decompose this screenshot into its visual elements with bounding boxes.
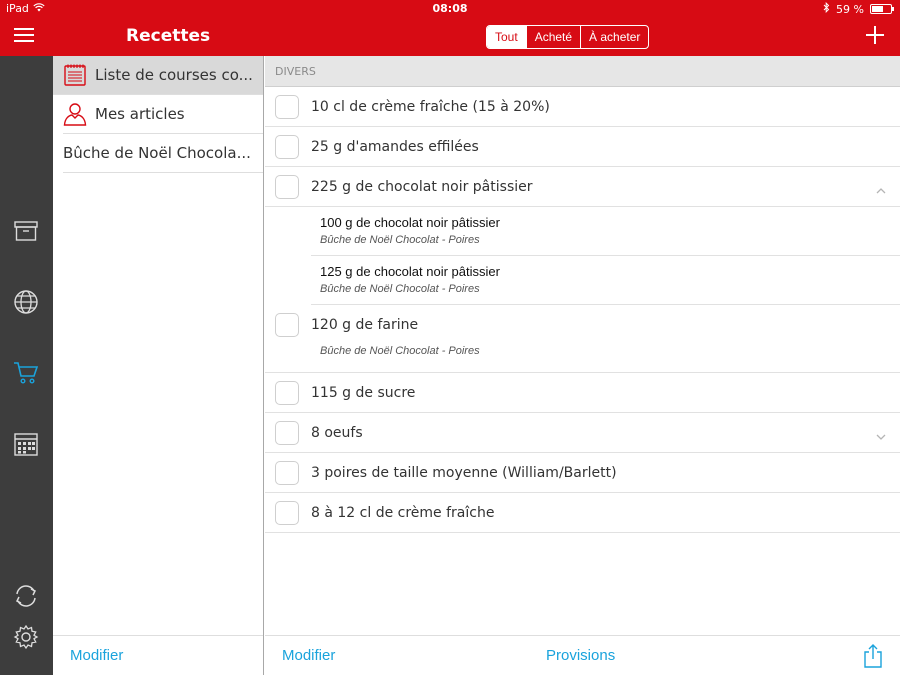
provisions-button[interactable]: Provisions: [546, 647, 615, 664]
sync-icon[interactable]: [13, 583, 39, 609]
globe-icon[interactable]: [13, 289, 39, 315]
sub-item: 100 g de chocolat noir pâtissier Bûche d…: [311, 207, 900, 256]
cart-icon[interactable]: [13, 359, 39, 385]
status-time: 08:08: [432, 2, 468, 15]
person-icon: [63, 102, 87, 126]
chevron-up-icon[interactable]: [876, 181, 886, 194]
item-checkbox[interactable]: [275, 500, 299, 525]
sidebar-item-label: Liste de courses co...: [95, 66, 253, 84]
list-item[interactable]: 25 g d'amandes effilées: [265, 127, 900, 167]
item-label: 10 cl de crème fraîche (15 à 20%): [311, 98, 550, 115]
archive-icon[interactable]: [13, 218, 39, 244]
sidebar-modify-button[interactable]: Modifier: [70, 647, 123, 664]
share-icon[interactable]: [863, 644, 883, 668]
chevron-down-icon[interactable]: [876, 427, 886, 440]
section-header: DIVERS: [265, 56, 900, 87]
item-recipe: Bûche de Noël Chocolat - Poires: [320, 345, 480, 357]
item-label: 8 oeufs: [311, 424, 363, 441]
item-label: 8 à 12 cl de crème fraîche: [311, 504, 495, 521]
menu-bar-3: [14, 40, 34, 42]
segment-tout[interactable]: Tout: [487, 26, 526, 48]
main-footer: Modifier Provisions: [265, 635, 900, 675]
nav-title: Recettes: [126, 26, 211, 46]
settings-icon[interactable]: [13, 624, 39, 650]
sub-item: 125 g de chocolat noir pâtissier Bûche d…: [311, 256, 900, 305]
list-item[interactable]: 8 à 12 cl de crème fraîche: [265, 493, 900, 533]
item-label: 115 g de sucre: [311, 384, 416, 401]
sub-item-name: 100 g de chocolat noir pâtissier: [320, 215, 500, 230]
item-checkbox[interactable]: [275, 94, 299, 119]
list-item[interactable]: 115 g de sucre: [265, 373, 900, 413]
item-label: 3 poires de taille moyenne (William/Barl…: [311, 464, 617, 481]
segment-a-acheter[interactable]: À acheter: [580, 26, 648, 48]
sidebar-item-recipe[interactable]: Bûche de Noël Chocola...: [63, 134, 263, 173]
filter-segmented-control: Tout Acheté À acheter: [486, 25, 650, 49]
sub-item-recipe: Bûche de Noël Chocolat - Poires: [320, 283, 480, 295]
left-rail: [0, 56, 53, 675]
item-label: 25 g d'amandes effilées: [311, 138, 479, 155]
sub-item-name: 125 g de chocolat noir pâtissier: [320, 264, 500, 279]
status-bar: iPad 08:08 59 %: [0, 0, 900, 18]
list-item[interactable]: 120 g de farine Bûche de Noël Chocolat -…: [265, 305, 900, 373]
item-label: 120 g de farine: [311, 317, 419, 333]
shopping-list-panel: DIVERS 10 cl de crème fraîche (15 à 20%)…: [265, 56, 900, 675]
modify-button[interactable]: Modifier: [282, 647, 335, 664]
battery-fill: [872, 6, 883, 12]
item-checkbox[interactable]: [275, 380, 299, 405]
list-item[interactable]: 3 poires de taille moyenne (William/Barl…: [265, 453, 900, 493]
bluetooth-icon: [823, 1, 830, 16]
item-checkbox[interactable]: [275, 174, 299, 199]
battery-icon: [870, 4, 894, 14]
list-item[interactable]: 225 g de chocolat noir pâtissier: [265, 167, 900, 207]
sub-item-recipe: Bûche de Noël Chocolat - Poires: [320, 234, 480, 246]
item-label: 225 g de chocolat noir pâtissier: [311, 178, 533, 195]
item-checkbox[interactable]: [275, 460, 299, 485]
add-button[interactable]: [866, 26, 884, 44]
notepad-icon: [63, 63, 87, 87]
item-checkbox[interactable]: [275, 313, 299, 337]
sidebar-item-label: Mes articles: [95, 105, 185, 123]
sidebar-item-shopping-list[interactable]: Liste de courses co...: [53, 56, 263, 95]
segment-achete[interactable]: Acheté: [525, 26, 580, 48]
calendar-icon[interactable]: [13, 431, 39, 457]
sidebar-item-my-articles[interactable]: Mes articles: [63, 95, 263, 134]
top-bar: iPad 08:08 59 % Recettes Tout Acheté À a…: [0, 0, 900, 56]
menu-button[interactable]: [14, 28, 34, 44]
sidebar: Liste de courses co... Mes articles Bûch…: [53, 56, 264, 675]
sidebar-item-label: Bûche de Noël Chocola...: [63, 144, 251, 162]
battery-percent: 59 %: [836, 2, 864, 16]
sidebar-footer: Modifier: [53, 635, 263, 675]
menu-bar-1: [14, 28, 34, 30]
list-item[interactable]: 10 cl de crème fraîche (15 à 20%): [265, 87, 900, 127]
list-item[interactable]: 8 oeufs: [265, 413, 900, 453]
item-checkbox[interactable]: [275, 134, 299, 159]
menu-bar-2: [14, 34, 34, 36]
item-checkbox[interactable]: [275, 420, 299, 445]
